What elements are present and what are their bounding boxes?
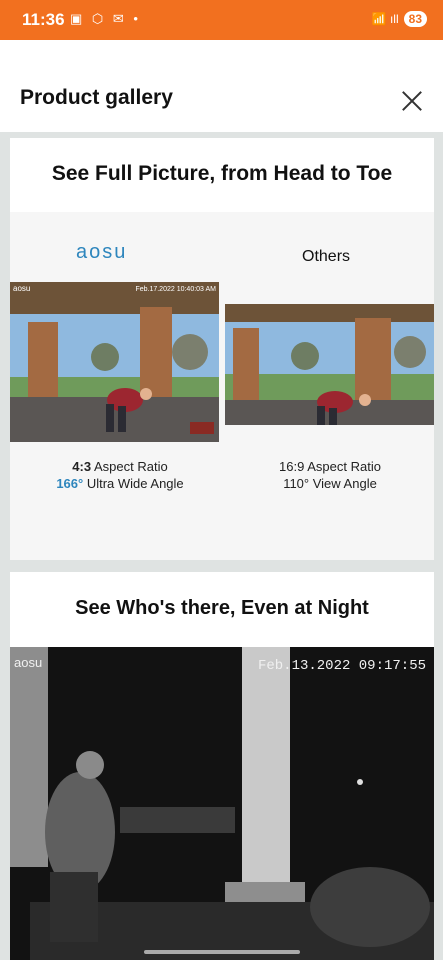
others-view-angle: 110° View Angle [283, 476, 377, 491]
night-overlay-timestamp: Feb.13.2022 09:17:55 [258, 658, 426, 674]
view-angle-label: Ultra Wide Angle [83, 476, 184, 491]
aosu-spec: 4:3 Aspect Ratio 166° Ultra Wide Angle [30, 458, 210, 492]
others-label: Others [302, 248, 351, 265]
home-indicator[interactable] [144, 950, 300, 954]
signal-icon: 📶 ıll [371, 12, 399, 26]
header: Product gallery [0, 40, 443, 132]
status-time: 11:36 [22, 10, 65, 29]
battery-icon: 83 [403, 11, 427, 27]
aosu-logo: aosu [76, 241, 128, 263]
status-right-icons: 📶 ıll 83 [372, 11, 427, 27]
card-title-full-picture: See Full Picture, from Head to Toe [51, 162, 393, 185]
card-title-night: See Who's there, Even at Night [75, 597, 369, 619]
others-daytime-photo [225, 304, 434, 425]
night-vision-photo: aosu Feb.13.2022 09:17:55 [10, 647, 434, 960]
photo-overlay-brand: aosu [13, 284, 30, 293]
view-angle-value: 166° [56, 476, 84, 491]
status-bar: 11:36 ▣ ⬡ ✉ • 📶 ıll 83 [0, 0, 443, 40]
others-aspect-ratio: 16:9 Aspect Ratio [279, 459, 381, 474]
notification-icons: ▣ ⬡ ✉ • [70, 11, 141, 26]
night-vision-card: See Who's there, Even at Night aosu Feb.… [10, 572, 434, 960]
night-overlay-brand: aosu [14, 655, 42, 670]
page-title: Product gallery [20, 86, 173, 109]
card-header: See Full Picture, from Head to Toe [10, 138, 434, 212]
photo-overlay-timestamp: Feb.17.2022 10:40:03 AM [135, 286, 216, 293]
aspect-ratio-label: Aspect Ratio [91, 459, 168, 474]
aosu-view-angle: 166° Ultra Wide Angle [30, 475, 210, 492]
others-spec: 16:9 Aspect Ratio 110° View Angle [240, 458, 420, 492]
aosu-aspect-ratio: 4:3 Aspect Ratio [30, 458, 210, 475]
aspect-ratio-value: 4:3 [72, 459, 92, 474]
aosu-daytime-photo: aosu Feb.17.2022 10:40:03 AM [10, 282, 219, 442]
comparison-card: See Full Picture, from Head to Toe aosu … [10, 138, 434, 560]
close-icon[interactable] [399, 88, 425, 114]
